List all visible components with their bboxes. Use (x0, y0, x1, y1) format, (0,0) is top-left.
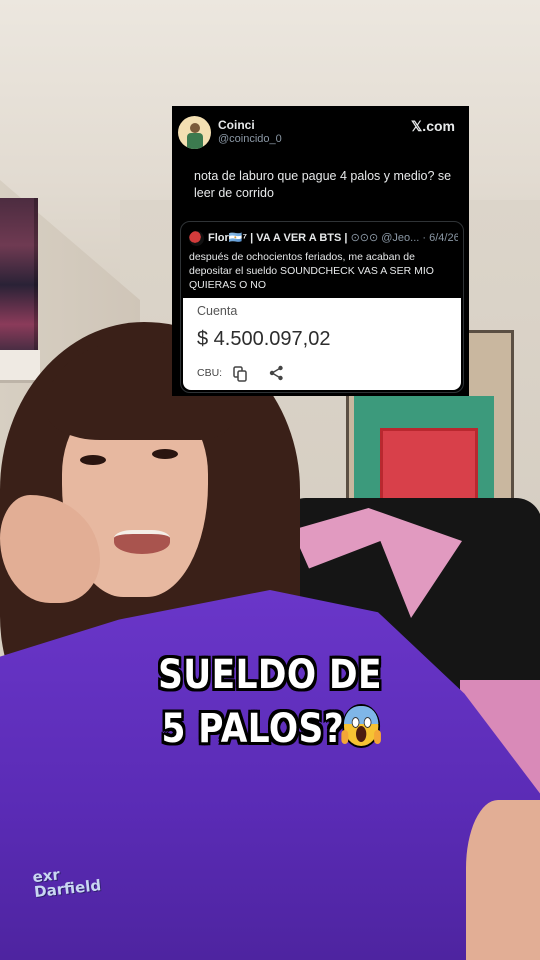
caption-line-1: SUELDO DE (158, 652, 382, 698)
shelf (0, 350, 40, 383)
share-icon (269, 365, 283, 381)
tweet-author-handle: @coincido_0 (218, 133, 282, 145)
bank-balance-card: Cuenta $ 4.500.097,02 CBU: (183, 298, 461, 390)
account-balance: $ 4.500.097,02 (197, 328, 331, 350)
quoted-author-name: Flor🇦🇷⁷ | VA A VER A BTS | (208, 232, 348, 244)
quoted-tweet-header: Flor🇦🇷⁷ | VA A VER A BTS | ⊙⊙⊙ @Jeo... ·… (208, 231, 458, 244)
x-logo: 𝕏.com (411, 118, 455, 134)
quoted-tweet-text: después de ochocientos feriados, me acab… (189, 251, 434, 291)
person-mouth (114, 530, 170, 554)
person-eye-left (80, 455, 106, 465)
quoted-author-avatar (189, 231, 204, 246)
cbu-label: CBU: (197, 367, 223, 379)
author-avatar (178, 116, 211, 149)
poster-box-graphic (380, 428, 478, 504)
face-screaming-icon (341, 706, 382, 746)
person-arm-right (466, 800, 540, 960)
bookshelf-books (0, 198, 38, 356)
shirt-print-logo: exr Darfield (31, 865, 102, 902)
quoted-author-meta: ⊙⊙⊙ @Jeo... · 6/4/26 (350, 232, 458, 244)
tweet-card: Coinci @coincido_0 𝕏.com nota de laburo … (172, 106, 469, 396)
person-eye-right (152, 449, 178, 459)
copy-icon (233, 366, 247, 382)
tweet-text: nota de laburo que pague 4 palos y medio… (194, 169, 452, 200)
tweet-author-name: Coinci (218, 118, 255, 132)
caption-line-2: 5 PALOS? (161, 706, 345, 752)
quoted-tweet: Flor🇦🇷⁷ | VA A VER A BTS | ⊙⊙⊙ @Jeo... ·… (180, 221, 464, 393)
video-caption: SUELDO DE 5 PALOS? (38, 648, 502, 756)
account-label: Cuenta (197, 304, 238, 318)
caption-line-2-wrap: 5 PALOS? (38, 702, 502, 756)
